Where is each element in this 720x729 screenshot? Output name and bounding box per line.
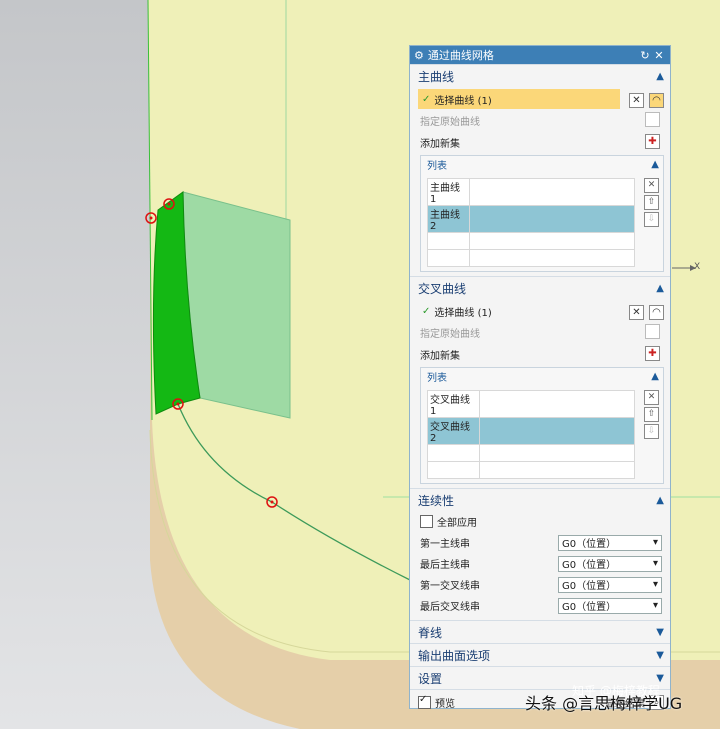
mesh-surface-light [182, 191, 291, 419]
add-new-set-label: 添加新集 [420, 138, 460, 150]
expand-icon[interactable]: ▼ [656, 650, 664, 661]
primary-list: 主曲线 1 主曲线 2 [427, 178, 635, 267]
continuity-dropdown[interactable]: G0（位置） ▾ [558, 555, 662, 572]
apply-all-label: 全部应用 [437, 518, 477, 529]
list-item[interactable]: 交叉曲线 1 [427, 390, 635, 418]
curve-rule-icon[interactable]: ◠ [649, 93, 664, 108]
specify-origin-primary[interactable]: 指定原始曲线 [410, 109, 670, 131]
checkbox-icon[interactable] [420, 515, 433, 528]
deselect-icon[interactable]: ✕ [629, 305, 644, 320]
deselect-icon[interactable]: ✕ [629, 93, 644, 108]
add-new-set-primary[interactable]: 添加新集 ✚ [410, 131, 670, 153]
collapse-icon[interactable]: ▲ [656, 71, 664, 82]
add-set-icon[interactable]: ✚ [645, 134, 660, 149]
primary-curves-header[interactable]: 主曲线 ▲ [410, 64, 670, 87]
move-up-icon[interactable]: ⇧ [644, 407, 659, 422]
move-up-icon[interactable]: ⇧ [644, 195, 659, 210]
collapse-icon[interactable]: ▲ [656, 283, 664, 294]
apply-all-checkbox[interactable]: 全部应用 [410, 511, 670, 532]
list-header: 列表 [427, 372, 447, 384]
continuity-title: 连续性 [418, 493, 455, 508]
reset-icon[interactable]: ↻ [638, 49, 652, 62]
add-new-set-cross[interactable]: 添加新集 ✚ [410, 343, 670, 365]
dialog-title: 通过曲线网格 [427, 49, 494, 62]
x-axis-label: X [694, 262, 701, 272]
specify-origin-cross[interactable]: 指定原始曲线 [410, 321, 670, 343]
select-curve-label: 选择曲线 (1) [434, 307, 492, 319]
origin-curve-icon[interactable] [645, 112, 660, 127]
add-new-set-label: 添加新集 [420, 350, 460, 362]
cross-curves-header[interactable]: 交叉曲线 ▲ [410, 276, 670, 299]
move-down-icon[interactable]: ⇩ [644, 424, 659, 439]
watermark: 头条 @言思梅梓学UG [525, 694, 683, 713]
dropdown-arrow-icon[interactable]: ▾ [653, 579, 658, 590]
continuity-row-label: 最后交叉线串 [420, 602, 480, 613]
specify-origin-label: 指定原始曲线 [420, 328, 480, 340]
output-options-title: 输出曲面选项 [418, 648, 491, 663]
dropdown-arrow-icon[interactable]: ▾ [653, 537, 658, 548]
preview-checkbox[interactable] [418, 694, 431, 709]
continuity-row-label: 第一主线串 [420, 539, 470, 550]
list-item-selected[interactable]: 主曲线 2 [427, 205, 635, 233]
primary-list-panel: 列表 ▲ 主曲线 1 主曲线 2 ✕ ⇧ ⇩ [420, 155, 664, 272]
continuity-header[interactable]: 连续性 ▲ [410, 488, 670, 511]
list-item[interactable]: 主曲线 1 [427, 178, 635, 206]
select-curve-label: 选择曲线 (1) [434, 95, 492, 107]
continuity-dropdown[interactable]: G0（位置） ▾ [558, 534, 662, 551]
add-set-icon[interactable]: ✚ [645, 346, 660, 361]
expand-icon[interactable]: ▼ [656, 627, 664, 638]
curve-rule-icon[interactable]: ◠ [649, 305, 664, 320]
continuity-row: 最后主线串 G0（位置） ▾ [410, 553, 670, 574]
collapse-icon[interactable]: ▲ [651, 159, 659, 170]
spine-header[interactable]: 脊线 ▼ [410, 620, 670, 643]
remove-icon[interactable]: ✕ [644, 390, 659, 405]
dropdown-arrow-icon[interactable]: ▾ [653, 600, 658, 611]
continuity-row: 最后交叉线串 G0（位置） ▾ [410, 595, 670, 616]
continuity-row-label: 最后主线串 [420, 560, 470, 571]
cross-list: 交叉曲线 1 交叉曲线 2 [427, 390, 635, 479]
specify-origin-label: 指定原始曲线 [420, 116, 480, 128]
continuity-row-label: 第一交叉线串 [420, 581, 480, 592]
dropdown-arrow-icon[interactable]: ▾ [653, 558, 658, 569]
through-curve-mesh-dialog: ⚙ 通过曲线网格 ↻ ✕ 主曲线 ▲ ✓ 选择曲线 (1) ✕ ◠ 指定原始曲线… [409, 45, 671, 710]
select-curve-primary[interactable]: ✓ 选择曲线 (1) [418, 89, 620, 109]
cross-curves-title: 交叉曲线 [418, 281, 467, 296]
collapse-icon[interactable]: ▲ [656, 495, 664, 506]
origin-curve-icon[interactable] [645, 324, 660, 339]
check-icon: ✓ [422, 93, 431, 105]
check-icon: ✓ [422, 305, 431, 317]
continuity-dropdown[interactable]: G0（位置） ▾ [558, 576, 662, 593]
select-curve-cross[interactable]: ✓ 选择曲线 (1) [418, 301, 620, 321]
continuity-row: 第一交叉线串 G0（位置） ▾ [410, 574, 670, 595]
output-options-header[interactable]: 输出曲面选项 ▼ [410, 643, 670, 666]
dialog-titlebar: ⚙ 通过曲线网格 ↻ ✕ [410, 46, 670, 64]
spine-title: 脊线 [418, 625, 443, 640]
move-down-icon[interactable]: ⇩ [644, 212, 659, 227]
list-header: 列表 [427, 160, 447, 172]
collapse-icon[interactable]: ▲ [651, 371, 659, 382]
remove-icon[interactable]: ✕ [644, 178, 659, 193]
continuity-row: 第一主线串 G0（位置） ▾ [410, 532, 670, 553]
gear-icon[interactable]: ⚙ [414, 49, 424, 62]
continuity-dropdown[interactable]: G0（位置） ▾ [558, 597, 662, 614]
close-icon[interactable]: ✕ [652, 49, 666, 62]
list-item-selected[interactable]: 交叉曲线 2 [427, 417, 635, 445]
primary-curves-title: 主曲线 [418, 69, 455, 84]
cross-list-panel: 列表 ▲ 交叉曲线 1 交叉曲线 2 ✕ ⇧ ⇩ [420, 367, 664, 484]
